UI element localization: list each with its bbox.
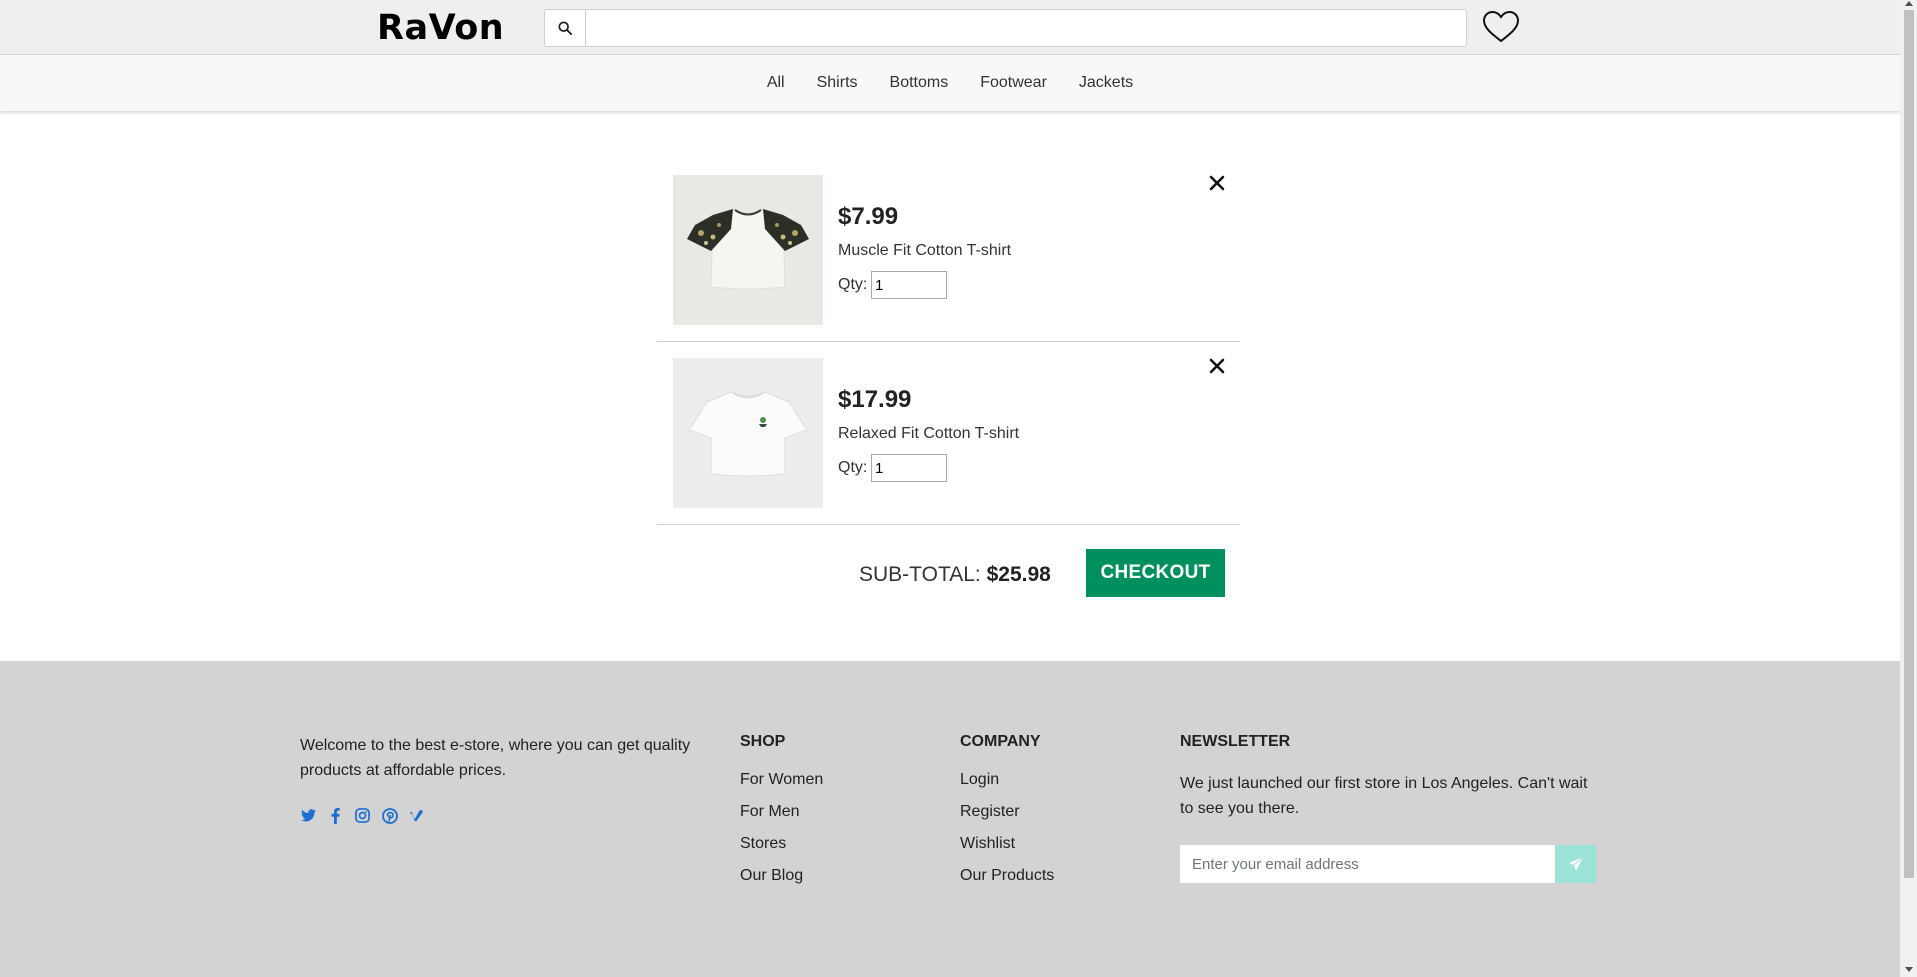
close-icon [1209,175,1225,191]
nav-shirts[interactable]: Shirts [801,74,874,92]
search-bar [544,9,1467,47]
footer-link-our-blog[interactable]: Our Blog [740,867,823,899]
item-name[interactable]: Relaxed Fit Cotton T-shirt [838,425,1019,443]
nav-all[interactable]: All [751,74,801,92]
qty-input[interactable] [871,454,947,482]
newsletter-text: We just launched our first store in Los … [1180,775,1588,817]
search-icon [558,21,572,35]
qty-label: Qty: [838,459,868,476]
twitter-icon[interactable] [300,807,317,824]
heart-icon [1482,10,1520,43]
paper-plane-icon [1568,856,1583,871]
footer-link-stores[interactable]: Stores [740,835,823,867]
top-header: RaVon [0,0,1900,55]
footer-link-login[interactable]: Login [960,771,1054,803]
product-image[interactable] [673,358,823,508]
vimeo-icon[interactable] [408,807,425,824]
footer-company-title: COMPANY [960,733,1041,750]
site-footer: Welcome to the best e-store, where you c… [0,661,1900,977]
nav-jackets[interactable]: Jackets [1063,74,1149,92]
remove-item-button[interactable] [1205,171,1229,195]
footer-link-our-products[interactable]: Our Products [960,867,1054,899]
footer-newsletter-column: NEWSLETTER We just launched our first st… [1180,733,1600,883]
qty-input[interactable] [871,271,947,299]
footer-newsletter-title: NEWSLETTER [1180,733,1291,750]
t-shirt-image [673,175,823,325]
instagram-icon[interactable] [354,807,371,824]
product-image[interactable] [673,175,823,325]
nav-footwear[interactable]: Footwear [964,74,1063,92]
subtotal-row: SUB-TOTAL: $25.98 CHECKOUT [657,525,1240,605]
newsletter-form [1180,845,1596,883]
checkout-button[interactable]: CHECKOUT [1086,549,1225,597]
search-input[interactable] [586,10,1466,46]
footer-link-register[interactable]: Register [960,803,1054,835]
t-shirt-image [673,358,823,508]
search-button[interactable] [545,10,586,46]
scroll-down-arrow[interactable] [1905,967,1913,972]
footer-link-for-men[interactable]: For Men [740,803,823,835]
footer-company-column: COMPANY Login Register Wishlist Our Prod… [960,733,1054,899]
cart-list: $7.99 Muscle Fit Cotton T-shirt Qty: $17… [657,159,1240,605]
footer-link-wishlist[interactable]: Wishlist [960,835,1054,867]
newsletter-submit-button[interactable] [1555,845,1596,883]
remove-item-button[interactable] [1205,354,1229,378]
qty-label: Qty: [838,276,868,293]
footer-shop-title: SHOP [740,733,786,750]
site-logo[interactable]: RaVon [377,8,504,48]
newsletter-email-input[interactable] [1180,845,1555,883]
nav-bottoms[interactable]: Bottoms [874,74,965,92]
facebook-icon[interactable] [327,807,344,824]
wishlist-button[interactable] [1481,8,1521,46]
close-icon [1209,358,1225,374]
item-price: $17.99 [838,386,912,413]
subtotal-value: $25.98 [986,563,1051,586]
cart-item: $7.99 Muscle Fit Cotton T-shirt Qty: [657,159,1240,342]
subtotal: SUB-TOTAL: $25.98 [859,563,1051,587]
cart-item: $17.99 Relaxed Fit Cotton T-shirt Qty: [657,342,1240,525]
social-links [300,807,425,824]
scroll-up-arrow[interactable] [1905,1,1913,6]
footer-link-for-women[interactable]: For Women [740,771,823,803]
scrollbar-thumb[interactable] [1904,10,1914,878]
subtotal-label: SUB-TOTAL: [859,563,981,586]
item-price: $7.99 [838,203,899,230]
pinterest-icon[interactable] [381,807,398,824]
footer-shop-column: SHOP For Women For Men Stores Our Blog [740,733,823,899]
footer-about-text: Welcome to the best e-store, where you c… [300,737,691,779]
item-name[interactable]: Muscle Fit Cotton T-shirt [838,242,1011,260]
category-nav: All Shirts Bottoms Footwear Jackets [0,55,1900,111]
